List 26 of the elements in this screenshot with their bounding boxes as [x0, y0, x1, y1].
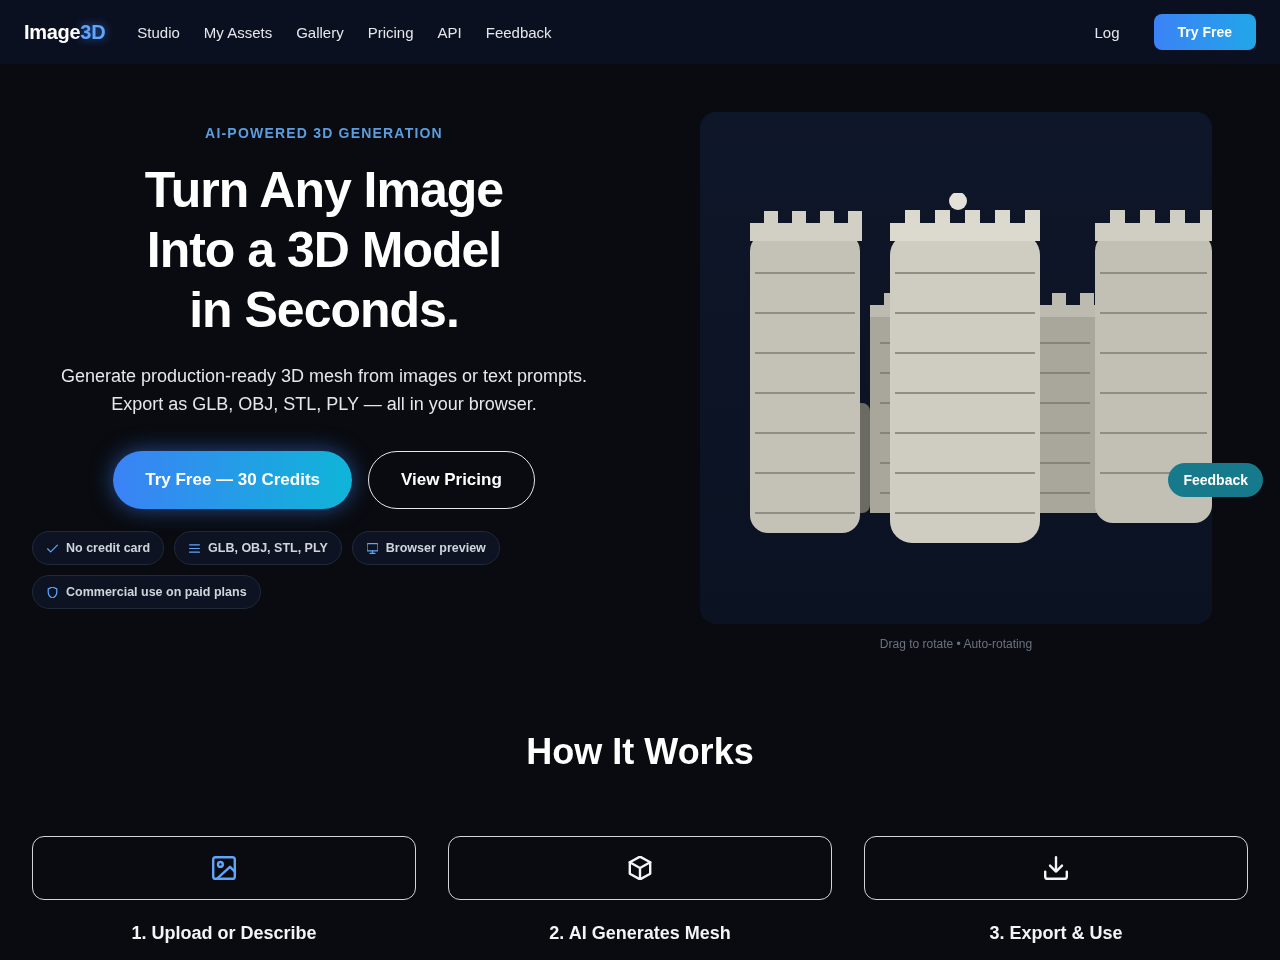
- nav-link[interactable]: Pricing: [367, 23, 414, 41]
- feature-label: Commercial use on paid plans: [66, 585, 247, 599]
- nav-link[interactable]: My Assets: [203, 23, 273, 41]
- eyebrow-text: AI-POWERED 3D GENERATION: [205, 124, 443, 142]
- login-link[interactable]: Log: [1094, 23, 1120, 41]
- nav-link[interactable]: Feedback: [485, 23, 552, 41]
- hero-description: Generate production-ready 3D mesh from images or text prompts. Export as GLB, OBJ, STL, PLY — all in your browser.: [60, 365, 588, 416]
- step-title: 1. Upload or Describe: [131, 922, 317, 945]
- feature-label: No credit card: [66, 541, 151, 555]
- section-heading: How It Works: [526, 730, 754, 774]
- nav-link[interactable]: API: [437, 23, 462, 41]
- viewer-caption: Drag to rotate • Auto-rotating: [879, 636, 1033, 652]
- list-icon: [189, 542, 201, 554]
- shield-icon: [47, 586, 58, 598]
- feedback-button[interactable]: Feedback: [1168, 463, 1263, 497]
- outline-button[interactable]: View Pricing: [368, 451, 535, 509]
- nav-link[interactable]: Studio: [137, 23, 180, 41]
- check-icon: [47, 542, 58, 554]
- feature-label: GLB, OBJ, STL, PLY: [208, 541, 328, 555]
- monitor-icon: [366, 542, 378, 554]
- feature-label: Browser preview: [385, 541, 486, 555]
- logo-text[interactable]: Image3D: [24, 20, 106, 44]
- step-title: 3. Export & Use: [989, 922, 1123, 945]
- hero-heading: Turn Any Image Into a 3D Model in Seconds.: [144, 161, 504, 340]
- nav-link[interactable]: Gallery: [296, 23, 344, 41]
- step-title: 2. AI Generates Mesh: [549, 922, 731, 945]
